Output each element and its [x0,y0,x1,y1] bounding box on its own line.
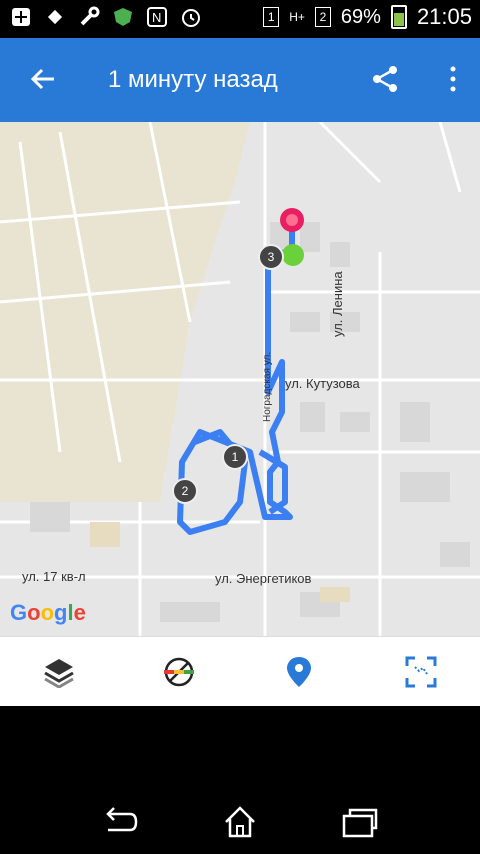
bottom-toolbar [0,636,480,707]
status-left-icons: N [10,6,202,28]
route-marker-1[interactable]: 1 [222,444,248,470]
route-marker-2[interactable]: 2 [172,478,198,504]
more-vert-icon[interactable] [448,64,458,94]
map-canvas [0,122,480,636]
map-view[interactable]: 3 1 2 ул. Кутузова ул. Ленина ул. 17 кв-… [0,122,480,636]
fit-bounds-icon[interactable] [404,655,438,689]
street-kutuzova: ул. Кутузова [285,376,360,391]
sim1-icon: 1 [263,7,280,27]
share-icon[interactable] [370,64,400,94]
alarm-icon [180,6,202,28]
recents-nav-icon[interactable] [340,802,380,842]
wrench-icon [78,6,100,28]
shield-icon [112,6,134,28]
no-tracking-icon[interactable] [162,655,196,689]
arrow-back-icon[interactable] [28,64,58,94]
location-pin-icon[interactable] [282,655,316,689]
network-type: H+ [289,10,305,24]
page-title: 1 минуту назад [108,66,278,93]
nfc-icon: N [146,6,168,28]
street-lenina: ул. Ленина [330,271,345,337]
back-nav-icon[interactable] [100,802,140,842]
add-icon [10,6,32,28]
status-right-icons: 1 H+ 2 69% 21:05 [263,4,472,30]
clock: 21:05 [416,4,472,29]
system-nav-bar [0,706,480,854]
street-nogradskaya: Ноградская ул. [262,351,273,422]
street-17-kvl: ул. 17 кв-л [22,569,86,584]
home-nav-icon[interactable] [220,802,260,842]
battery-percent: 69% [340,5,381,28]
satellite-icon [44,6,66,28]
app-bar: 1 минуту назад [0,38,480,122]
svg-text:N: N [152,10,161,25]
google-logo: Google [10,600,86,625]
route-marker-3[interactable]: 3 [258,244,284,270]
layers-icon[interactable] [42,655,76,689]
status-bar: N 1 H+ 2 69% 21:05 [0,0,480,38]
sim2-icon: 2 [314,7,331,27]
street-energetikov: ул. Энергетиков [215,571,312,586]
battery-icon [390,5,407,29]
